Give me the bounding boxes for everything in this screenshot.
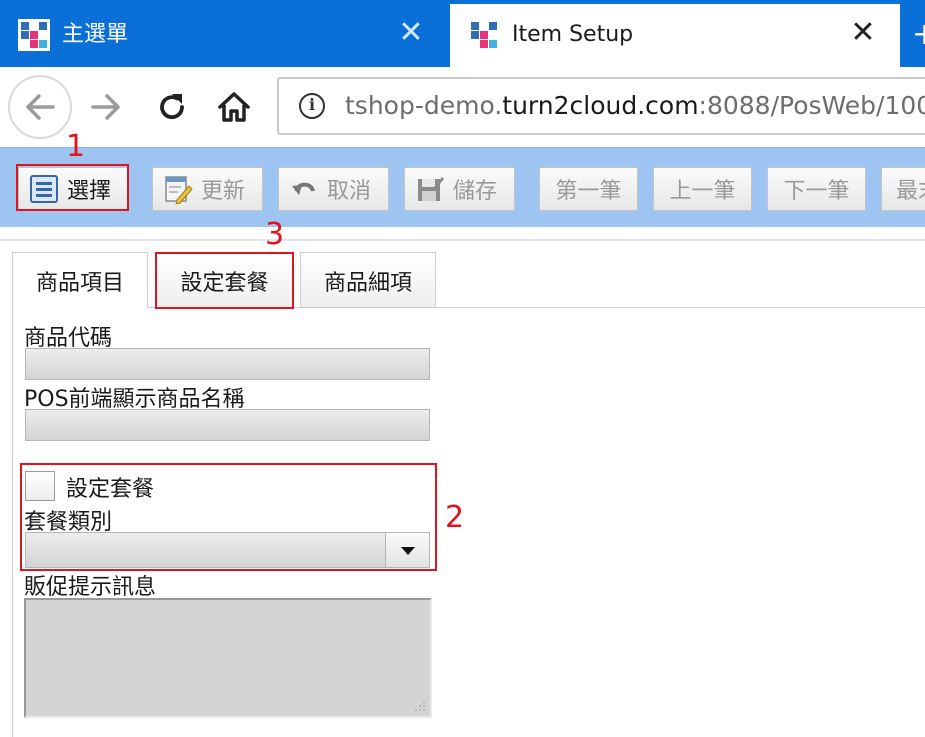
annotation-number-3: 3 <box>265 217 285 252</box>
browser-nav-bar: i tshop-demo.turn2cloud.com:8088/PosWeb/… <box>0 67 925 147</box>
edit-icon <box>165 176 193 204</box>
cancel-button[interactable]: 取消 <box>278 167 389 211</box>
home-icon <box>218 92 250 122</box>
tab-item-detail[interactable]: 商品細項 <box>300 252 436 308</box>
last-record-label: 最末 <box>896 179 925 204</box>
panel-left-border <box>12 308 13 737</box>
reload-icon <box>160 94 184 120</box>
address-bar[interactable]: i tshop-demo.turn2cloud.com:8088/PosWeb/… <box>277 77 925 135</box>
annotation-number-2: 2 <box>445 500 465 535</box>
annotation-box-1 <box>16 164 129 211</box>
pos-name-input[interactable] <box>25 409 430 441</box>
browser-tab-title: Item Setup <box>512 22 634 47</box>
app-favicon-icon <box>468 19 500 51</box>
home-button[interactable] <box>202 75 266 139</box>
close-icon[interactable]: ✕ <box>848 18 878 48</box>
previous-record-label: 上一筆 <box>669 179 736 204</box>
reload-button[interactable] <box>140 75 204 139</box>
url-suffix: :8088/PosWeb/100I <box>698 91 925 120</box>
close-icon[interactable]: ✕ <box>396 18 426 48</box>
next-record-label: 下一筆 <box>783 179 850 204</box>
app-favicon-icon <box>18 19 50 51</box>
annotation-number-1: 1 <box>66 129 86 164</box>
previous-record-button[interactable]: 上一筆 <box>653 167 752 211</box>
new-tab-button[interactable]: + <box>912 20 925 50</box>
annotation-box-3 <box>155 252 294 309</box>
next-record-button[interactable]: 下一筆 <box>767 167 866 211</box>
update-button-label: 更新 <box>201 179 246 204</box>
browser-tab-main-menu[interactable]: 主選單 ✕ <box>0 4 448 67</box>
item-code-input[interactable] <box>25 348 430 380</box>
browser-tab-strip: 主選單 ✕ Item Setup ✕ + <box>0 0 925 67</box>
content-separator <box>0 239 925 241</box>
last-record-button[interactable]: 最末 <box>881 167 925 211</box>
tab-item-detail-label: 商品細項 <box>323 270 412 296</box>
browser-tab-title: 主選單 <box>62 22 129 47</box>
save-button-label: 儲存 <box>453 179 498 204</box>
save-icon <box>418 177 444 201</box>
app-toolbar: 選擇 更新 取消 儲存 第一筆 上一筆 下一筆 最 <box>0 147 925 227</box>
back-button[interactable] <box>8 75 72 139</box>
browser-tab-item-setup[interactable]: Item Setup ✕ <box>450 4 900 67</box>
info-icon[interactable]: i <box>299 93 325 119</box>
arrow-right-icon <box>91 94 120 120</box>
promo-message-label: 販促提示訊息 <box>24 575 157 600</box>
undo-icon <box>292 182 315 195</box>
save-button[interactable]: 儲存 <box>404 167 515 211</box>
first-record-button[interactable]: 第一筆 <box>539 167 638 211</box>
tab-item-label: 商品項目 <box>35 270 124 296</box>
promo-message-textarea[interactable] <box>24 598 432 718</box>
annotation-box-2 <box>20 463 437 571</box>
first-record-label: 第一筆 <box>555 179 622 204</box>
tab-item[interactable]: 商品項目 <box>12 252 148 308</box>
cancel-button-label: 取消 <box>327 179 372 204</box>
arrow-left-icon <box>26 94 55 120</box>
url-domain: turn2cloud.com <box>502 91 699 120</box>
resize-grip-icon[interactable] <box>412 698 426 712</box>
url-prefix: tshop-demo. <box>345 91 503 120</box>
url-text[interactable]: tshop-demo.turn2cloud.com:8088/PosWeb/10… <box>345 90 925 122</box>
update-button[interactable]: 更新 <box>152 167 263 211</box>
